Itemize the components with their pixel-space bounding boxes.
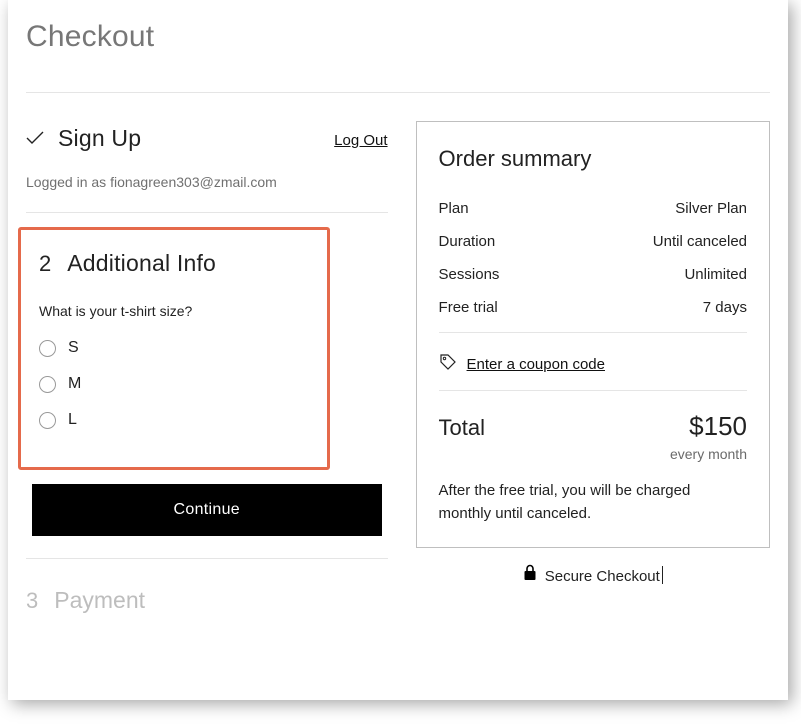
radio-label: S bbox=[68, 339, 79, 357]
summary-label: Free trial bbox=[439, 299, 498, 316]
radio-option-l[interactable]: L bbox=[39, 405, 309, 435]
order-summary-title: Order summary bbox=[439, 146, 747, 172]
summary-label: Sessions bbox=[439, 266, 500, 283]
summary-value: Silver Plan bbox=[675, 200, 747, 217]
divider bbox=[439, 332, 747, 333]
divider bbox=[26, 212, 388, 213]
radio-option-s[interactable]: S bbox=[39, 333, 309, 363]
tag-icon bbox=[439, 353, 457, 376]
logout-link[interactable]: Log Out bbox=[334, 132, 387, 149]
radio-icon bbox=[39, 376, 56, 393]
order-summary: Order summary Plan Silver Plan Duration … bbox=[416, 121, 770, 548]
radio-option-m[interactable]: M bbox=[39, 369, 309, 399]
lock-icon bbox=[523, 564, 537, 586]
check-icon bbox=[26, 131, 44, 150]
total-amount: $150 bbox=[689, 411, 747, 442]
summary-row-freetrial: Free trial 7 days bbox=[439, 299, 747, 316]
total-row: Total $150 bbox=[439, 411, 747, 442]
summary-value: 7 days bbox=[703, 299, 747, 316]
step-payment-header: 3 Payment bbox=[26, 587, 388, 614]
step-signup-title: Sign Up bbox=[58, 125, 141, 152]
logged-in-text: Logged in as fionagreen303@zmail.com bbox=[26, 174, 388, 190]
step-number: 3 bbox=[26, 588, 38, 614]
tshirt-question: What is your t-shirt size? bbox=[39, 303, 309, 319]
radio-icon bbox=[39, 412, 56, 429]
step-number: 2 bbox=[39, 251, 51, 277]
continue-button[interactable]: Continue bbox=[32, 484, 382, 536]
coupon-link[interactable]: Enter a coupon code bbox=[467, 356, 605, 373]
summary-value: Until canceled bbox=[653, 233, 747, 250]
secure-text: Secure Checkout bbox=[545, 566, 663, 585]
total-label: Total bbox=[439, 415, 485, 441]
radio-label: L bbox=[68, 411, 77, 429]
summary-value: Unlimited bbox=[684, 266, 747, 283]
coupon-row[interactable]: Enter a coupon code bbox=[439, 353, 747, 376]
step-additional-info: 2 Additional Info What is your t-shirt s… bbox=[18, 227, 330, 470]
summary-label: Duration bbox=[439, 233, 496, 250]
summary-label: Plan bbox=[439, 200, 469, 217]
summary-row-sessions: Sessions Unlimited bbox=[439, 266, 747, 283]
divider bbox=[26, 92, 770, 93]
radio-label: M bbox=[68, 375, 81, 393]
summary-row-plan: Plan Silver Plan bbox=[439, 200, 747, 217]
step-signup-header: Sign Up Log Out bbox=[26, 125, 388, 152]
page-title: Checkout bbox=[26, 20, 770, 54]
trial-note: After the free trial, you will be charge… bbox=[439, 480, 747, 525]
summary-row-duration: Duration Until canceled bbox=[439, 233, 747, 250]
secure-checkout: Secure Checkout bbox=[416, 564, 770, 586]
divider bbox=[26, 558, 388, 559]
step-additional-info-title: Additional Info bbox=[67, 250, 216, 277]
checkout-steps: Sign Up Log Out Logged in as fionagreen3… bbox=[26, 121, 388, 620]
radio-icon bbox=[39, 340, 56, 357]
divider bbox=[439, 390, 747, 391]
step-payment-title: Payment bbox=[54, 587, 145, 614]
total-period: every month bbox=[439, 446, 747, 462]
